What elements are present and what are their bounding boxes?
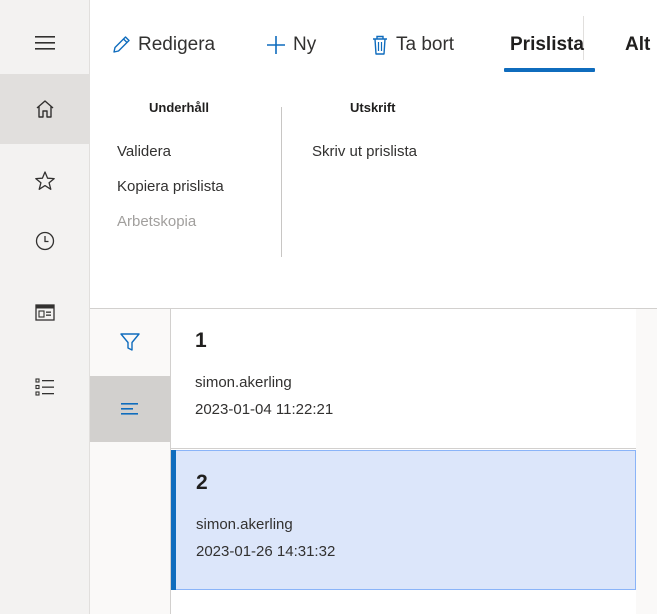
copy-pricelist-button[interactable]: Kopiera prislista [117, 178, 224, 195]
command-bar: Redigera Ny Ta bort Prislista Alt [90, 0, 657, 84]
plus-icon [267, 36, 285, 54]
edit-label: Redigera [138, 34, 216, 55]
list-item[interactable]: 1 simon.akerling 2023-01-04 11:22:21 [171, 309, 636, 449]
validate-button[interactable]: Validera [117, 143, 171, 160]
list-icon [34, 378, 54, 396]
record-date: 2023-01-04 11:22:21 [195, 401, 334, 418]
delete-button[interactable]: Ta bort [370, 30, 454, 60]
ribbon-panel: Underhåll Validera Kopiera prislista Arb… [90, 84, 657, 308]
selection-indicator [171, 450, 176, 590]
list-item-selected[interactable]: 2 simon.akerling 2023-01-26 14:31:32 [171, 450, 636, 590]
record-list: 1 simon.akerling 2023-01-04 11:22:21 2 s… [170, 309, 637, 614]
group-separator [281, 107, 282, 257]
list-side-toolbar [90, 309, 170, 614]
home-icon [36, 100, 53, 118]
list-view-button[interactable] [90, 376, 170, 442]
list-lines-icon [121, 403, 138, 415]
record-user: simon.akerling [196, 516, 293, 533]
hamburger-icon [34, 36, 55, 50]
group-title-maintenance: Underhåll [149, 100, 209, 115]
nav-workspaces-button[interactable] [0, 278, 89, 348]
print-pricelist-button[interactable]: Skriv ut prislista [312, 143, 417, 160]
record-user: simon.akerling [195, 374, 292, 391]
trash-icon [373, 35, 387, 55]
new-button[interactable]: Ny [265, 30, 316, 60]
delete-label: Ta bort [396, 34, 455, 55]
record-date: 2023-01-26 14:31:32 [196, 543, 336, 560]
filter-button[interactable] [90, 309, 170, 375]
record-title: 1 [195, 329, 207, 352]
group-title-print: Utskrift [350, 100, 396, 115]
filter-icon [120, 333, 140, 351]
nav-recent-button[interactable] [0, 206, 89, 276]
active-tab-indicator [504, 68, 595, 72]
nav-modules-button[interactable] [0, 352, 89, 422]
edit-button[interactable]: Redigera [110, 30, 215, 60]
navigation-pane [0, 0, 90, 614]
detail-panel-edge [636, 309, 657, 614]
clock-icon [35, 231, 54, 251]
pencil-icon [113, 36, 130, 53]
star-icon [34, 171, 55, 190]
record-title: 2 [196, 471, 208, 494]
workspace-icon [34, 304, 55, 321]
tab-more[interactable]: Alt [625, 30, 650, 60]
nav-home-button[interactable] [0, 74, 89, 144]
working-copy-button[interactable]: Arbetskopia [117, 213, 196, 230]
nav-hamburger-button[interactable] [0, 8, 89, 78]
new-label: Ny [293, 34, 317, 55]
tab-pricelist[interactable]: Prislista [510, 30, 584, 60]
